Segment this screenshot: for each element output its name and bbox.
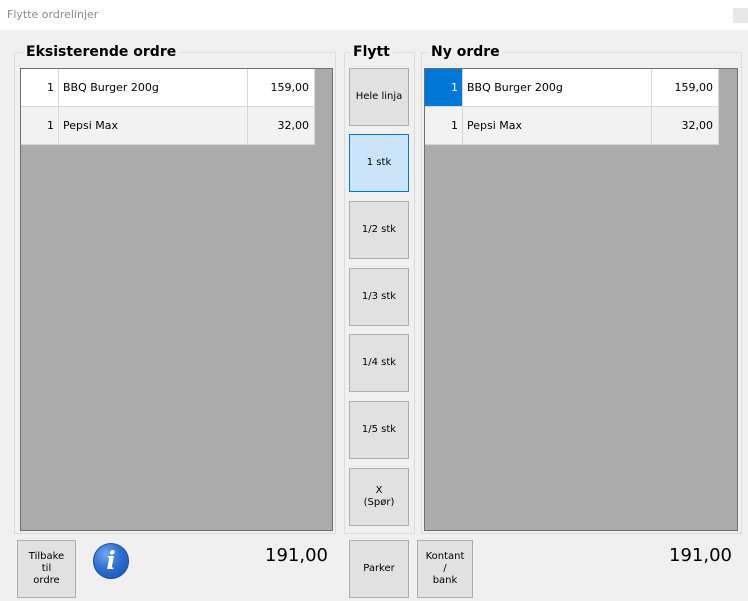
qty-cell[interactable]: 1 xyxy=(21,69,59,107)
price-cell[interactable]: 159,00 xyxy=(248,69,315,107)
window-titlebar: Flytte ordrelinjer xyxy=(0,0,748,30)
window-control-button[interactable] xyxy=(733,8,748,23)
move-half-unit-button[interactable]: 1/2 stk xyxy=(349,201,409,259)
table-row[interactable]: 1 Pepsi Max 32,00 xyxy=(425,107,719,145)
move-custom-ask-button[interactable]: X (Spør) xyxy=(349,468,409,526)
price-cell[interactable]: 32,00 xyxy=(652,107,719,145)
new-order-total: 191,00 xyxy=(669,545,732,566)
item-name-cell[interactable]: BBQ Burger 200g xyxy=(59,69,248,107)
existing-order-total: 191,00 xyxy=(265,545,328,566)
move-fifth-unit-button[interactable]: 1/5 stk xyxy=(349,401,409,459)
window-title: Flytte ordrelinjer xyxy=(7,8,99,21)
new-order-title: Ny ordre xyxy=(428,44,503,60)
qty-cell[interactable]: 1 xyxy=(21,107,59,145)
park-button[interactable]: Parker xyxy=(349,540,409,598)
table-row[interactable]: 1 Pepsi Max 32,00 xyxy=(21,107,315,145)
new-order-grid[interactable]: 1 BBQ Burger 200g 159,00 1 Pepsi Max 32,… xyxy=(424,68,738,531)
item-name-cell[interactable]: BBQ Burger 200g xyxy=(463,69,652,107)
cash-bank-button[interactable]: Kontant / bank xyxy=(417,540,473,598)
back-to-order-button[interactable]: Tilbake til ordre xyxy=(17,540,76,598)
qty-cell[interactable]: 1 xyxy=(425,107,463,145)
move-whole-line-button[interactable]: Hele linja xyxy=(349,68,409,126)
item-name-cell[interactable]: Pepsi Max xyxy=(463,107,652,145)
move-quarter-unit-button[interactable]: 1/4 stk xyxy=(349,334,409,392)
move-1-unit-button[interactable]: 1 stk xyxy=(349,134,409,192)
existing-order-title: Eksisterende ordre xyxy=(23,44,180,60)
table-row[interactable]: 1 BBQ Burger 200g 159,00 xyxy=(425,69,719,107)
move-third-unit-button[interactable]: 1/3 stk xyxy=(349,268,409,326)
price-cell[interactable]: 32,00 xyxy=(248,107,315,145)
item-name-cell[interactable]: Pepsi Max xyxy=(59,107,248,145)
info-icon[interactable]: i xyxy=(93,543,129,579)
qty-cell[interactable]: 1 xyxy=(425,69,463,107)
move-title: Flytt xyxy=(350,44,393,60)
existing-order-grid[interactable]: 1 BBQ Burger 200g 159,00 1 Pepsi Max 32,… xyxy=(20,68,333,531)
price-cell[interactable]: 159,00 xyxy=(652,69,719,107)
table-row[interactable]: 1 BBQ Burger 200g 159,00 xyxy=(21,69,315,107)
